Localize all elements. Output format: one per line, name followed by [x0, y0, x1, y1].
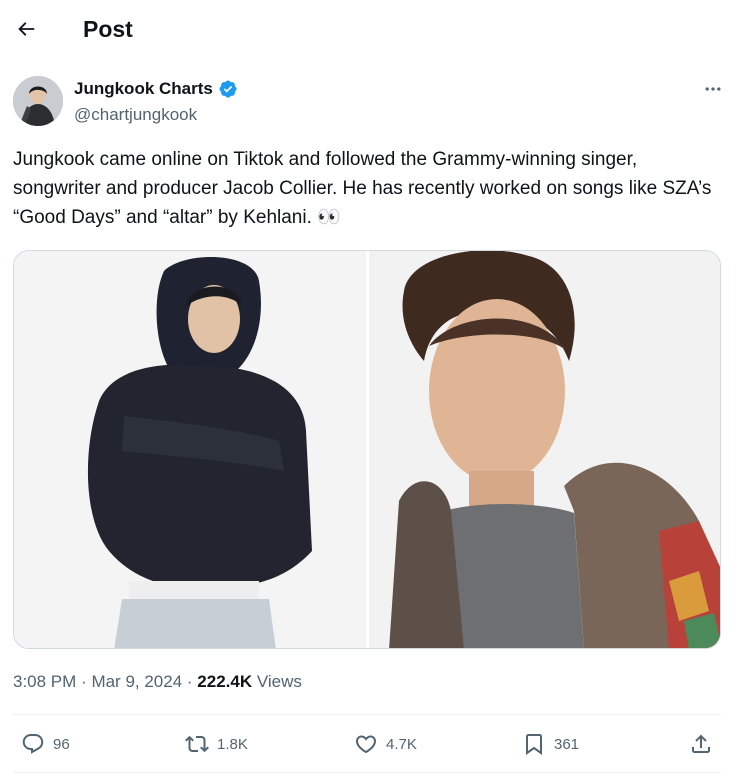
- heart-icon: [355, 735, 377, 754]
- meta-separator: ·: [81, 672, 92, 691]
- like-count: 4.7K: [386, 735, 417, 753]
- bookmark-icon: [526, 734, 542, 755]
- photo-jungkook-image: [14, 251, 366, 648]
- page-title: Post: [83, 16, 133, 42]
- photo-jacob-collier[interactable]: [368, 251, 720, 648]
- photo-jungkook[interactable]: [14, 251, 366, 648]
- action-bar: 96 1.8K 4.7K 361: [13, 716, 721, 772]
- tweet-text: Jungkook came online on Tiktok and follo…: [13, 149, 712, 228]
- reply-count: 96: [53, 735, 70, 753]
- more-options-button[interactable]: [698, 76, 728, 102]
- reply-button[interactable]: 96: [21, 730, 70, 758]
- more-dots-icon: [705, 87, 721, 91]
- views-count: 222.4K: [197, 672, 253, 691]
- bookmark-button[interactable]: 361: [522, 730, 579, 758]
- tweet-meta: 3:08 PM · Mar 9, 2024 · 222.4K Views: [13, 670, 302, 694]
- views-label: Views: [256, 672, 302, 691]
- share-icon: [692, 734, 710, 753]
- divider-bottom: [13, 772, 721, 773]
- verified-badge-icon[interactable]: [218, 79, 238, 99]
- reply-icon: [22, 734, 44, 754]
- tweet-time[interactable]: 3:08 PM: [13, 672, 76, 691]
- handle[interactable]: @chartjungkook: [74, 104, 197, 126]
- author-row: Jungkook Charts @chartjungkook: [13, 74, 728, 128]
- top-bar: Post: [0, 0, 741, 58]
- display-name-row: Jungkook Charts: [74, 78, 238, 100]
- repost-count: 1.8K: [217, 735, 248, 753]
- meta-separator: ·: [186, 672, 198, 691]
- like-button[interactable]: 4.7K: [354, 730, 417, 758]
- bookmark-count: 361: [554, 735, 580, 753]
- arrow-left-icon: [18, 22, 35, 36]
- back-button[interactable]: [8, 11, 44, 47]
- share-button[interactable]: [689, 730, 713, 758]
- tweet-date[interactable]: Mar 9, 2024: [91, 672, 182, 691]
- avatar-image: [13, 76, 63, 126]
- repost-icon: [185, 735, 209, 753]
- divider-top: [13, 714, 721, 715]
- photo-jacob-collier-image: [368, 251, 720, 648]
- display-name[interactable]: Jungkook Charts: [74, 78, 213, 100]
- repost-button[interactable]: 1.8K: [185, 730, 248, 758]
- avatar[interactable]: [13, 76, 63, 126]
- media-grid: [13, 250, 721, 649]
